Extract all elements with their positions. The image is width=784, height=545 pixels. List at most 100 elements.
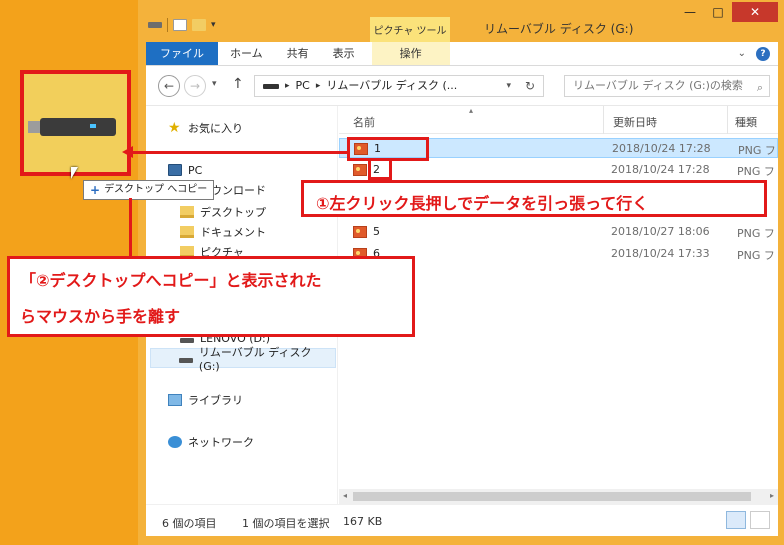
nav-item-desktop[interactable]: デスクトップ [180,202,266,222]
nav-item-label: お気に入り [188,122,243,135]
column-name[interactable]: 名前 [353,114,375,130]
callout-connector [129,198,132,258]
tab-manage[interactable]: 操作 [371,42,450,65]
quick-access-toolbar: ▾ [148,18,216,32]
drive-icon [263,83,279,89]
horizontal-scrollbar[interactable]: ◂ ▸ [339,489,778,504]
column-divider[interactable] [603,106,604,134]
help-icon[interactable]: ? [756,46,770,61]
large-icons-view-button[interactable] [750,511,770,529]
file-row[interactable]: 2 2018/10/24 17:28 PNG フ [339,160,778,180]
file-date: 2018/10/24 17:28 [611,163,710,176]
address-bar[interactable]: ▸ PC ▸ リムーバブル ディスク (... ▾ ↻ [254,75,544,97]
nav-item-label: ドキュメント [200,226,266,239]
nav-item-pc[interactable]: PC [168,160,202,180]
window-title: リムーバブル ディスク (G:) [484,22,634,36]
usb-drive-image [40,118,116,136]
drag-arrow [131,151,347,154]
nav-item-label: ネットワーク [188,436,254,449]
status-bar: 6 個の項目 1 個の項目を選択 167 KB [146,504,778,536]
ribbon-tabs: ファイル ホーム 共有 表示 操作 ⌄ ? [146,42,778,66]
picture-tools-header: ピクチャ ツール [370,17,450,42]
new-folder-icon[interactable] [192,19,206,31]
nav-item-libraries[interactable]: ライブラリ [168,390,243,410]
breadcrumb-separator: ▸ [285,81,290,91]
file-date: 2018/10/27 18:06 [611,225,710,238]
tooltip-text: デスクトップ へコピー [104,184,208,195]
file-date: 2018/10/24 17:33 [611,247,710,260]
nav-item-documents[interactable]: ドキュメント [180,222,266,242]
close-button[interactable]: ✕ [732,2,778,22]
search-input[interactable] [573,79,743,92]
item-count: 6 個の項目 [162,517,217,530]
search-box[interactable]: ⌕ [564,75,770,97]
drive-quick-icon[interactable] [148,22,162,28]
column-headers: ▴ 名前 更新日時 種類 [339,106,778,134]
drive-icon [180,337,194,343]
plus-icon: + [90,183,101,197]
sort-indicator-icon: ▴ [469,106,474,115]
nav-item-favorites[interactable]: ★ お気に入り [168,118,243,138]
column-divider[interactable] [727,106,728,134]
tab-home[interactable]: ホーム [218,42,275,65]
file-type: PNG フ [738,144,776,157]
png-file-icon [353,226,367,238]
maximize-button[interactable]: □ [704,2,732,22]
up-button[interactable]: ↑ [232,76,244,92]
png-file-icon [353,164,367,176]
nav-item-network[interactable]: ネットワーク [168,432,254,452]
breadcrumb-removable-disk[interactable]: リムーバブル ディスク (... [326,76,457,96]
folder-icon [180,206,194,218]
file-type: PNG フ [737,227,775,240]
mouse-cursor-icon [71,167,78,179]
file-row[interactable]: 5 2018/10/27 18:06 PNG フ [339,222,778,242]
step1-text: ①左クリック長押しでデータを引っ張って行く [316,194,649,213]
customize-toolbar-icon[interactable]: ▾ [211,20,216,30]
tab-share[interactable]: 共有 [275,42,321,65]
drag-thumbnail [20,70,131,176]
back-button[interactable]: ← [158,75,180,97]
forward-button[interactable]: → [184,75,206,97]
pc-icon [168,164,182,176]
file-highlight-box [347,137,429,161]
details-view-button[interactable] [726,511,746,529]
breadcrumb-pc[interactable]: PC [296,76,310,96]
tab-view[interactable]: 表示 [321,42,367,65]
file-name: 5 [373,225,380,238]
column-type[interactable]: 種類 [735,114,757,130]
properties-icon[interactable] [173,19,187,31]
copy-to-desktop-tooltip: + デスクトップ へコピー [83,180,215,200]
recent-locations-icon[interactable]: ▾ [212,79,217,89]
ribbon-right-controls: ⌄ ? [738,42,778,65]
column-date-modified[interactable]: 更新日時 [613,114,657,130]
step2-text-line2: らマウスから手を離す [20,307,181,326]
address-dropdown-icon[interactable]: ▾ [506,76,511,96]
search-icon[interactable]: ⌕ [757,78,763,98]
library-icon [168,394,182,406]
refresh-icon[interactable]: ↻ [525,76,535,96]
toolbar-separator [167,18,168,32]
expand-ribbon-icon[interactable]: ⌄ [738,48,746,59]
scroll-right-icon[interactable]: ▸ [770,491,774,500]
step2-text-line1: 「②デスクトップへコピー」と表示された [20,271,322,290]
selection-count: 1 個の項目を選択 [242,517,330,530]
navigation-bar: ← → ▾ ↑ ▸ PC ▸ リムーバブル ディスク (... ▾ ↻ ⌕ [146,66,778,106]
nav-item-label: ライブラリ [188,394,243,407]
file-type: PNG フ [737,165,775,178]
drive-icon [179,357,193,363]
file-highlight-box [368,159,392,180]
file-date: 2018/10/24 17:28 [612,142,711,155]
scroll-left-icon[interactable]: ◂ [343,491,347,500]
folder-icon [180,226,194,238]
usb-led [90,124,96,128]
tab-file[interactable]: ファイル [146,42,218,65]
nav-item-label: デスクトップ [200,206,266,219]
step2-callout: 「②デスクトップへコピー」と表示された らマウスから手を離す [7,256,415,337]
nav-item-removable-disk[interactable]: リムーバブル ディスク (G:) [150,346,336,373]
scrollbar-thumb[interactable] [353,492,751,501]
nav-item-label: リムーバブル ディスク (G:) [198,345,312,373]
title-bar: ▾ ピクチャ ツール リムーバブル ディスク (G:) — □ ✕ [138,0,784,42]
arrow-head-icon [122,146,133,158]
minimize-button[interactable]: — [676,2,704,22]
window-controls: — □ ✕ [676,2,778,22]
